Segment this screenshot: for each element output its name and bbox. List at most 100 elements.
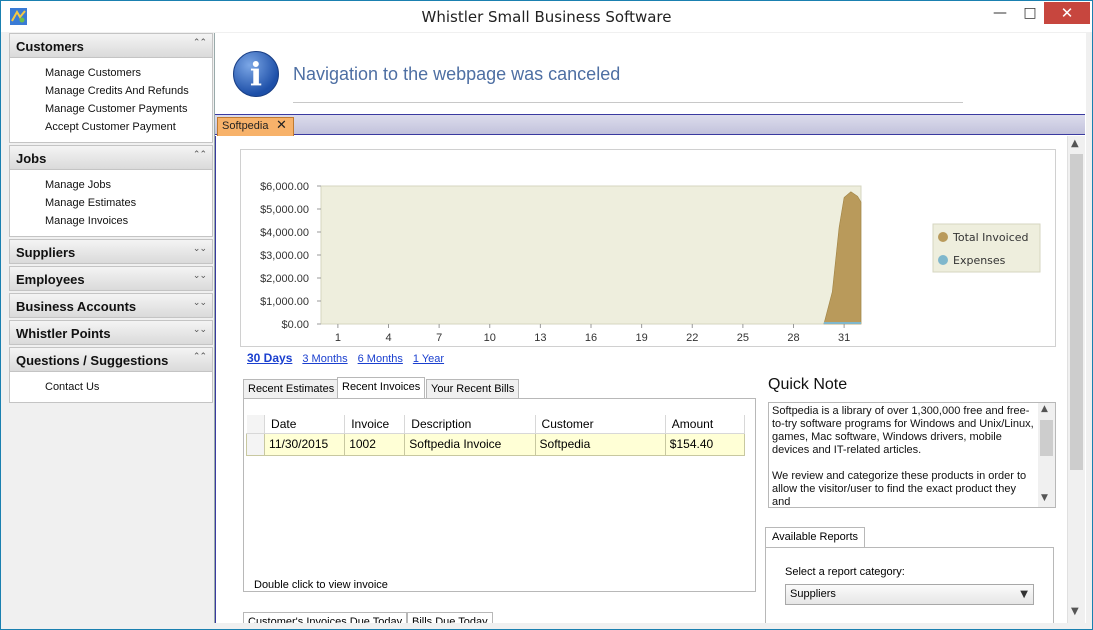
chevron-up-icon[interactable]: ⌃⌃ bbox=[193, 352, 207, 362]
main-scrollbar[interactable]: ▲ ▼ bbox=[1067, 136, 1085, 623]
scroll-down-icon[interactable]: ▼ bbox=[1041, 493, 1048, 503]
row-header[interactable] bbox=[245, 432, 266, 456]
sidebar-item-manage-invoices[interactable]: Manage Invoices bbox=[10, 212, 212, 230]
y-tick-label: $4,000.00 bbox=[260, 227, 309, 239]
report-category-select[interactable]: Suppliers ▼ bbox=[785, 584, 1034, 605]
invoice-grid: Date Invoice Description Customer Amount 11/… bbox=[245, 415, 746, 456]
plot-area bbox=[320, 185, 862, 325]
table-row[interactable]: 11/30/2015 1002 Softpedia Invoice Softpedia… bbox=[245, 432, 746, 456]
y-tick-label: $1,000.00 bbox=[260, 296, 309, 308]
sidebar-header-business-accounts[interactable]: Business Accounts ⌄⌄ bbox=[9, 293, 213, 318]
tab-recent-estimates[interactable]: Recent Estimates bbox=[243, 379, 340, 399]
close-button[interactable]: ✕ bbox=[1044, 2, 1090, 24]
invoice-chart: $0.00 $1,000.00 $2,000.00 $3,000.00 $4,000.0… bbox=[240, 149, 1056, 347]
sidebar-group-whistler-points: Whistler Points ⌄⌄ bbox=[9, 320, 213, 345]
invoice-panel: Date Invoice Description Customer Amount 11/… bbox=[243, 398, 756, 592]
scroll-up-icon[interactable]: ▲ bbox=[1041, 404, 1048, 414]
table-cell: $154.40 bbox=[664, 432, 746, 456]
legend-label: Total Invoiced bbox=[952, 231, 1029, 244]
chevron-down-icon: ▼ bbox=[1020, 589, 1028, 600]
sidebar-item-accept-customer-payment[interactable]: Accept Customer Payment bbox=[10, 118, 212, 136]
tab-customer-s-invoices-due-today[interactable]: Customer's Invoices Due Today bbox=[243, 612, 408, 623]
title-bar[interactable]: Whistler Small Business Software — □ ✕ bbox=[1, 1, 1092, 32]
quick-note-scrollbar[interactable]: ▲ ▼ bbox=[1038, 403, 1055, 507]
sidebar-item-manage-credits-and-refunds[interactable]: Manage Credits And Refunds bbox=[10, 82, 212, 100]
maximize-button[interactable]: □ bbox=[1015, 2, 1045, 24]
sidebar-header-customers[interactable]: Customers ⌃⌃ bbox=[9, 33, 213, 58]
column-header-description[interactable]: Description bbox=[404, 415, 536, 434]
tab-available-reports[interactable]: Available Reports bbox=[765, 527, 866, 548]
sidebar-group-customers: Customers ⌃⌃ Manage Customers Manage Credit… bbox=[9, 33, 213, 143]
quick-note-paragraph: Softpedia is a library of over 1,300,000… bbox=[772, 405, 1034, 456]
scroll-thumb[interactable] bbox=[1070, 154, 1083, 470]
scroll-down-icon[interactable]: ▼ bbox=[1071, 606, 1079, 617]
table-cell: 1002 bbox=[344, 432, 406, 456]
range-link-30-days[interactable]: 30 Days bbox=[247, 351, 292, 365]
y-tick-label: $2,000.00 bbox=[260, 273, 309, 285]
chevron-down-icon[interactable]: ⌄⌄ bbox=[193, 325, 207, 335]
range-link-6-months[interactable]: 6 Months bbox=[358, 353, 403, 365]
column-header-date[interactable]: Date bbox=[264, 415, 346, 434]
tab-your-recent-bills[interactable]: Your Recent Bills bbox=[426, 379, 520, 399]
scroll-thumb[interactable] bbox=[1040, 420, 1053, 456]
chart-svg: $0.00 $1,000.00 $2,000.00 $3,000.00 $4,000.0… bbox=[260, 181, 1041, 344]
chevron-down-icon[interactable]: ⌄⌄ bbox=[193, 298, 207, 308]
tab-softpedia[interactable]: Softpedia ✕ bbox=[217, 117, 294, 136]
range-link-3-months[interactable]: 3 Months bbox=[302, 353, 347, 365]
minimize-button[interactable]: — bbox=[985, 2, 1015, 24]
column-header-customer[interactable]: Customer bbox=[535, 415, 666, 434]
quick-note-box[interactable]: Softpedia is a library of over 1,300,000… bbox=[768, 402, 1056, 508]
column-header-invoice[interactable]: Invoice bbox=[344, 415, 406, 434]
navigation-message: Navigation to the webpage was canceled bbox=[293, 64, 621, 84]
sidebar-group-body: Manage Customers Manage Credits And Refun… bbox=[9, 58, 213, 143]
sidebar-header-employees[interactable]: Employees ⌄⌄ bbox=[9, 266, 213, 291]
sidebar-item-contact-us[interactable]: Contact Us bbox=[10, 378, 212, 396]
chevron-down-icon[interactable]: ⌄⌄ bbox=[193, 271, 207, 281]
sidebar-header-suppliers[interactable]: Suppliers ⌄⌄ bbox=[9, 239, 213, 264]
tab-recent-invoices[interactable]: Recent Invoices bbox=[337, 377, 426, 399]
x-tick-label: 13 bbox=[534, 332, 546, 344]
sidebar-item-manage-estimates[interactable]: Manage Estimates bbox=[10, 194, 212, 212]
app-window: Whistler Small Business Software — □ ✕ C… bbox=[0, 0, 1093, 630]
x-tick-label: 7 bbox=[436, 332, 442, 344]
table-cell: Softpedia Invoice bbox=[404, 432, 536, 456]
table-cell: 11/30/2015 bbox=[264, 432, 346, 456]
x-tick-label: 25 bbox=[737, 332, 749, 344]
column-header-amount[interactable]: Amount bbox=[665, 415, 746, 434]
report-category-value: Suppliers bbox=[790, 588, 836, 600]
close-tab-icon[interactable]: ✕ bbox=[276, 118, 287, 133]
sidebar-header-whistler-points[interactable]: Whistler Points ⌄⌄ bbox=[9, 320, 213, 345]
sidebar-item-manage-customer-payments[interactable]: Manage Customer Payments bbox=[10, 100, 212, 118]
legend-label: Expenses bbox=[953, 254, 1006, 267]
y-tick-label: $0.00 bbox=[281, 319, 309, 331]
chevron-down-icon[interactable]: ⌄⌄ bbox=[193, 244, 207, 254]
x-tick-label: 28 bbox=[787, 332, 799, 344]
chevron-up-icon[interactable]: ⌃⌃ bbox=[193, 150, 207, 160]
sidebar-item-manage-jobs[interactable]: Manage Jobs bbox=[10, 176, 212, 194]
quick-note-text[interactable]: Softpedia is a library of over 1,300,000… bbox=[772, 405, 1036, 508]
x-tick-label: 31 bbox=[838, 332, 850, 344]
x-tick-label: 22 bbox=[686, 332, 698, 344]
divider bbox=[293, 102, 963, 103]
y-tick-label: $5,000.00 bbox=[260, 204, 309, 216]
reports-panel: Select a report category: Suppliers ▼ bbox=[765, 547, 1054, 623]
chevron-up-icon[interactable]: ⌃⌃ bbox=[193, 38, 207, 48]
x-tick-label: 16 bbox=[585, 332, 597, 344]
range-link-1-year[interactable]: 1 Year bbox=[413, 353, 444, 365]
quick-note-title: Quick Note bbox=[768, 376, 848, 393]
x-tick-label: 1 bbox=[335, 332, 341, 344]
sidebar-item-manage-customers[interactable]: Manage Customers bbox=[10, 64, 212, 82]
quick-note-paragraph: We review and categorize these products … bbox=[772, 470, 1027, 508]
sidebar-group-questions-suggestions: Questions / Suggestions ⌃⌃ Contact Us bbox=[9, 347, 213, 403]
sidebar-group-body: Contact Us bbox=[9, 372, 213, 403]
legend-swatch bbox=[938, 232, 948, 242]
tab-bills-due-today[interactable]: Bills Due Today bbox=[407, 612, 493, 623]
legend-swatch bbox=[938, 255, 948, 265]
sidebar-header-questions-suggestions[interactable]: Questions / Suggestions ⌃⌃ bbox=[9, 347, 213, 372]
scroll-up-icon[interactable]: ▲ bbox=[1071, 138, 1079, 149]
sidebar-group-body: Manage Jobs Manage Estimates Manage Invoic… bbox=[9, 170, 213, 237]
sidebar-group-title: Questions / Suggestions bbox=[16, 353, 169, 368]
y-tick-label: $6,000.00 bbox=[260, 181, 309, 193]
sidebar-header-jobs[interactable]: Jobs ⌃⌃ bbox=[9, 145, 213, 170]
grid-hint: Double click to view invoice bbox=[254, 579, 388, 591]
